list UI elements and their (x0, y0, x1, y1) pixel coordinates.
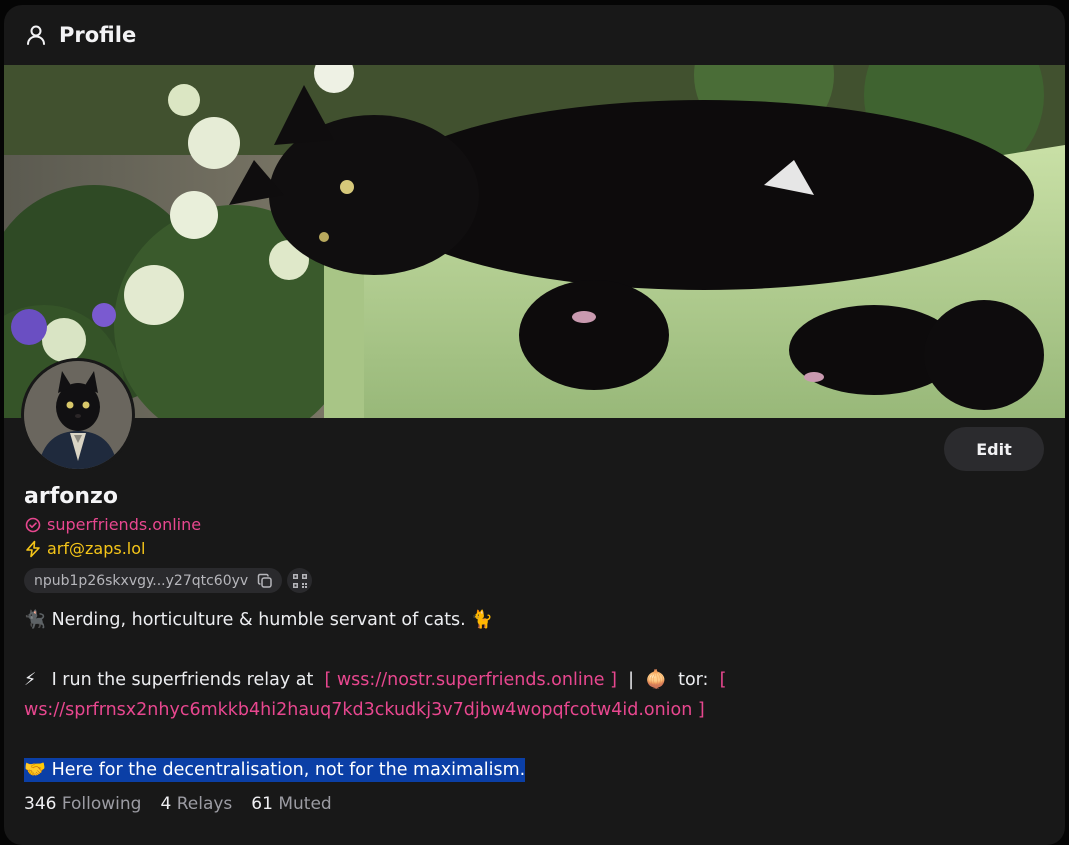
user-icon (24, 23, 48, 47)
npub-row: npub1p26skxvgy...y27qtc60yv (24, 568, 1044, 593)
edit-profile-button[interactable]: Edit (944, 427, 1044, 471)
about-line-3-text: Here for the decentralisation, not for t… (51, 760, 526, 780)
copy-icon[interactable] (256, 572, 274, 590)
page-title: Profile (59, 23, 137, 47)
following-stat[interactable]: 346 Following (24, 793, 141, 815)
tor-label: tor: (678, 670, 709, 690)
muted-label: Muted (278, 794, 332, 814)
profile-header: Profile (4, 5, 1065, 65)
profile-panel: Profile Edit arfonzo superfriends.online… (4, 5, 1065, 845)
profile-stats: 346 Following 4 Relays 61 Muted (24, 793, 1044, 815)
cat-emoji: 🐈 (471, 610, 494, 630)
about-line-2: ⚡ I run the superfriends relay at [ wss:… (24, 665, 1044, 725)
npub-chip[interactable]: npub1p26skxvgy...y27qtc60yv (24, 568, 283, 593)
about-line-1: 🐈‍⬛ Nerding, horticulture & humble serva… (24, 605, 1044, 635)
nip05-link[interactable]: superfriends.online (47, 513, 201, 537)
following-count: 346 (24, 794, 57, 814)
following-label: Following (61, 794, 142, 814)
lightning-icon (24, 540, 42, 558)
about-line-2-text: I run the superfriends relay at (51, 670, 314, 690)
about-line-3: 🤝 Here for the decentralisation, not for… (24, 755, 1044, 785)
relay-url-link[interactable]: [ wss://nostr.superfriends.online ] (324, 670, 616, 690)
about-line-1-text: Nerding, horticulture & humble servant o… (51, 610, 466, 630)
npub-text: npub1p26skxvgy...y27qtc60yv (34, 572, 249, 589)
qr-code-icon (292, 573, 307, 588)
verified-check-icon (24, 516, 42, 534)
profile-info: arfonzo superfriends.online arf@zaps.lol… (24, 483, 1044, 815)
onion-emoji: 🧅 (645, 670, 667, 690)
handshake-emoji: 🤝 (24, 760, 46, 780)
muted-stat[interactable]: 61 Muted (251, 793, 331, 815)
highlighted-text: 🤝 Here for the decentralisation, not for… (24, 758, 526, 782)
lightning-address-row: arf@zaps.lol (24, 537, 1044, 561)
relays-stat[interactable]: 4 Relays (160, 793, 232, 815)
qr-code-button[interactable] (287, 568, 313, 593)
profile-name: arfonzo (24, 484, 118, 509)
relays-count: 4 (160, 794, 172, 814)
black-cat-emoji: 🐈‍⬛ (24, 610, 46, 630)
zap-emoji: ⚡ (24, 670, 37, 690)
separator: | (628, 670, 634, 690)
muted-count: 61 (251, 794, 273, 814)
relays-label: Relays (176, 794, 233, 814)
nip05-row: superfriends.online (24, 513, 1044, 537)
avatar[interactable] (21, 358, 135, 472)
lightning-address-link[interactable]: arf@zaps.lol (47, 537, 145, 561)
profile-about: 🐈‍⬛ Nerding, horticulture & humble serva… (24, 605, 1044, 785)
profile-banner-image[interactable] (4, 65, 1065, 418)
